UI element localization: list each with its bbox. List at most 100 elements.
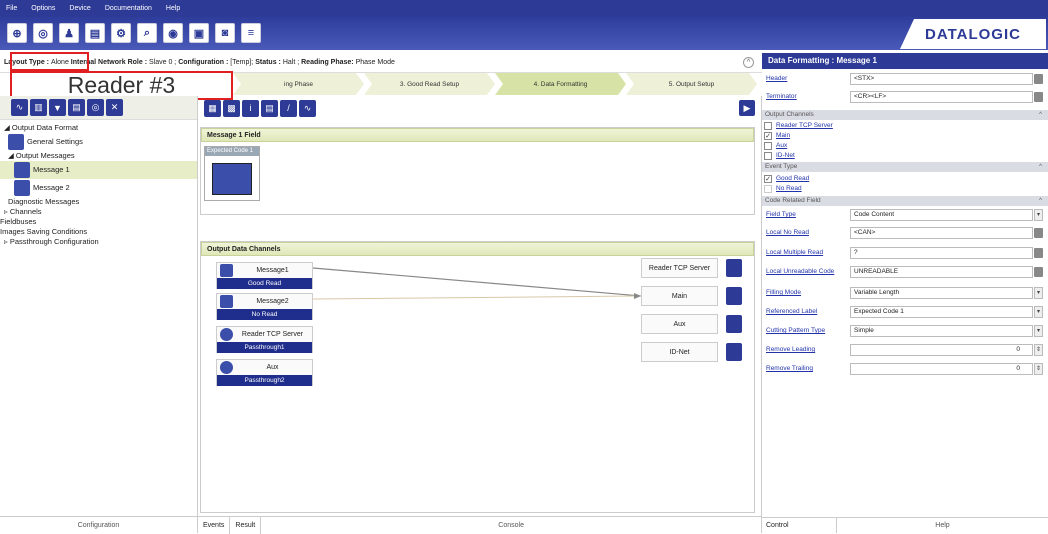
camera-icon[interactable]: ◙ <box>215 23 235 43</box>
status-label: Status : <box>255 59 281 66</box>
message1-node[interactable]: Message1 Good Read <box>216 262 313 289</box>
checkbox[interactable] <box>764 151 772 160</box>
local-unreadable-code-input[interactable]: UNREADABLE <box>850 266 1033 278</box>
referenced-label-select[interactable]: Expected Code 1 <box>850 306 1033 318</box>
expected-code-block[interactable]: Expected Code 1 <box>204 146 260 201</box>
pattern-icon[interactable]: ▩ <box>223 99 240 117</box>
info-icon[interactable]: i <box>242 99 259 117</box>
document-icon[interactable]: ▤ <box>68 99 85 116</box>
channel-aux[interactable]: Aux <box>764 141 787 150</box>
waveform-icon[interactable]: ∿ <box>11 99 28 116</box>
menu-options[interactable]: Options <box>31 5 55 12</box>
checkbox-checked[interactable]: ✓ <box>764 131 772 140</box>
output-channels-section[interactable]: Output Channels ^ <box>762 110 1048 120</box>
chevron-down-icon[interactable]: ▾ <box>1034 325 1043 337</box>
chevron-down-icon[interactable]: ▾ <box>1034 287 1043 299</box>
local-no-read-input[interactable]: <CAN> <box>850 227 1033 239</box>
checkbox[interactable] <box>764 141 772 150</box>
terminator-input[interactable]: <CR><LF> <box>850 91 1033 103</box>
plug-icon[interactable]: ▼ <box>49 99 66 116</box>
passthrough2-node[interactable]: Aux Passthrough2 <box>216 359 313 386</box>
tree-general-settings[interactable]: General Settings <box>0 133 197 151</box>
tree-passthrough[interactable]: ▹ Passthrough Configuration <box>0 237 197 247</box>
checkbox-checked[interactable]: ✓ <box>764 174 772 183</box>
center-footer-tabs: Events Result Console <box>198 516 761 534</box>
network-icon[interactable]: ≡ <box>241 23 261 43</box>
dest-id-net[interactable]: ID-Net <box>641 342 718 362</box>
edit-icon[interactable] <box>1034 267 1043 277</box>
connect-icon[interactable]: ⊕ <box>7 23 27 43</box>
properties-title: Data Formatting : Message 1 <box>762 53 1048 69</box>
tab-result[interactable]: Result <box>230 516 262 534</box>
dest-reader-tcp-server[interactable]: Reader TCP Server <box>641 258 718 278</box>
menu-device[interactable]: Device <box>69 5 90 12</box>
edit-icon[interactable] <box>1034 228 1043 238</box>
remove-trailing-spinner[interactable]: 0 <box>850 363 1033 375</box>
diagnostics-icon[interactable]: ⌕ <box>137 23 157 43</box>
code-related-section[interactable]: Code Related Field ^ <box>762 196 1048 206</box>
options-icon[interactable]: ◎ <box>33 23 53 43</box>
tree-diagnostic-messages[interactable]: Diagnostic Messages <box>0 197 197 207</box>
tab-help[interactable]: Help <box>837 518 1048 533</box>
dest-aux[interactable]: Aux <box>641 314 718 334</box>
passthrough1-node[interactable]: Reader TCP Server Passthrough1 <box>216 326 313 353</box>
remove-leading-spinner[interactable]: 0 <box>850 344 1033 356</box>
local-multiple-read-input[interactable]: ? <box>850 247 1033 259</box>
close-icon[interactable]: ✕ <box>106 99 123 116</box>
dest-main[interactable]: Main <box>641 286 718 306</box>
table-icon[interactable]: ▤ <box>261 99 278 117</box>
waveform-icon[interactable]: ∿ <box>299 99 316 117</box>
step-output-setup[interactable]: 5. Output Setup <box>626 73 757 95</box>
checkbox[interactable] <box>764 121 772 130</box>
calendar-icon[interactable]: ▤ <box>85 23 105 43</box>
step-good-read-setup[interactable]: 3. Good Read Setup <box>364 73 495 95</box>
grid-icon[interactable]: ▦ <box>204 99 221 117</box>
tree-images-saving[interactable]: Images Saving Conditions <box>0 227 197 237</box>
tree-message-2[interactable]: Message 2 <box>0 179 197 197</box>
target-icon[interactable]: ◎ <box>87 99 104 116</box>
menu-documentation[interactable]: Documentation <box>105 5 152 12</box>
header-input[interactable]: <STX> <box>850 73 1033 85</box>
menu-file[interactable]: File <box>6 5 17 12</box>
edit-header-icon[interactable] <box>1034 74 1043 84</box>
channel-reader-tcp-server[interactable]: Reader TCP Server <box>764 121 833 130</box>
tree-message-1[interactable]: Message 1 <box>0 161 197 179</box>
step-data-formatting[interactable]: 4. Data Formatting <box>495 73 626 95</box>
spinner-icon[interactable]: ⇕ <box>1034 344 1043 356</box>
chevron-down-icon[interactable]: ▾ <box>1034 306 1043 318</box>
collapse-up-icon[interactable]: ^ <box>743 57 754 68</box>
message2-node[interactable]: Message2 No Read <box>216 293 313 320</box>
tab-control[interactable]: Control <box>762 518 837 533</box>
channel-main[interactable]: ✓ Main <box>764 131 790 140</box>
menu-help[interactable]: Help <box>166 5 180 12</box>
filling-mode-select[interactable]: Variable Length <box>850 287 1033 299</box>
edit-icon[interactable]: / <box>280 99 297 117</box>
tree-fieldbuses[interactable]: Fieldbuses <box>0 217 197 227</box>
tree-channels[interactable]: ▹ Channels <box>0 207 197 217</box>
tree-output-messages[interactable]: ◢ Output Messages <box>0 151 197 161</box>
collapse-caret-icon: ^ <box>1039 198 1042 204</box>
event-type-section[interactable]: Event Type ^ <box>762 162 1048 172</box>
chevron-down-icon[interactable]: ▾ <box>1034 209 1043 221</box>
barcode-icon[interactable]: ▥ <box>30 99 47 116</box>
field-type-select[interactable]: Code Content <box>850 209 1033 221</box>
console-panel[interactable]: Console <box>261 522 761 529</box>
play-icon[interactable]: ▶ <box>739 100 755 116</box>
channel-id-net[interactable]: ID-Net <box>764 151 795 160</box>
event-no-read[interactable]: No Read <box>764 184 802 193</box>
step-reading-phase[interactable]: ing Phase <box>233 73 364 95</box>
calibrate-icon[interactable]: ▣ <box>189 23 209 43</box>
edit-terminator-icon[interactable] <box>1034 92 1043 102</box>
spinner-icon[interactable]: ⇕ <box>1034 363 1043 375</box>
cutting-pattern-select[interactable]: Simple <box>850 325 1033 337</box>
device-icon[interactable]: ♟ <box>59 23 79 43</box>
tab-events[interactable]: Events <box>198 516 231 534</box>
edit-icon[interactable] <box>1034 248 1043 258</box>
tree-output-data-format[interactable]: ◢ Output Data Format <box>0 123 197 133</box>
configuration-tab[interactable]: Configuration <box>0 516 197 533</box>
message-icon <box>220 264 233 277</box>
settings-icon[interactable]: ⚙ <box>111 23 131 43</box>
checkbox[interactable] <box>764 184 772 193</box>
event-good-read[interactable]: ✓ Good Read <box>764 174 809 183</box>
monitor-icon[interactable]: ◉ <box>163 23 183 43</box>
